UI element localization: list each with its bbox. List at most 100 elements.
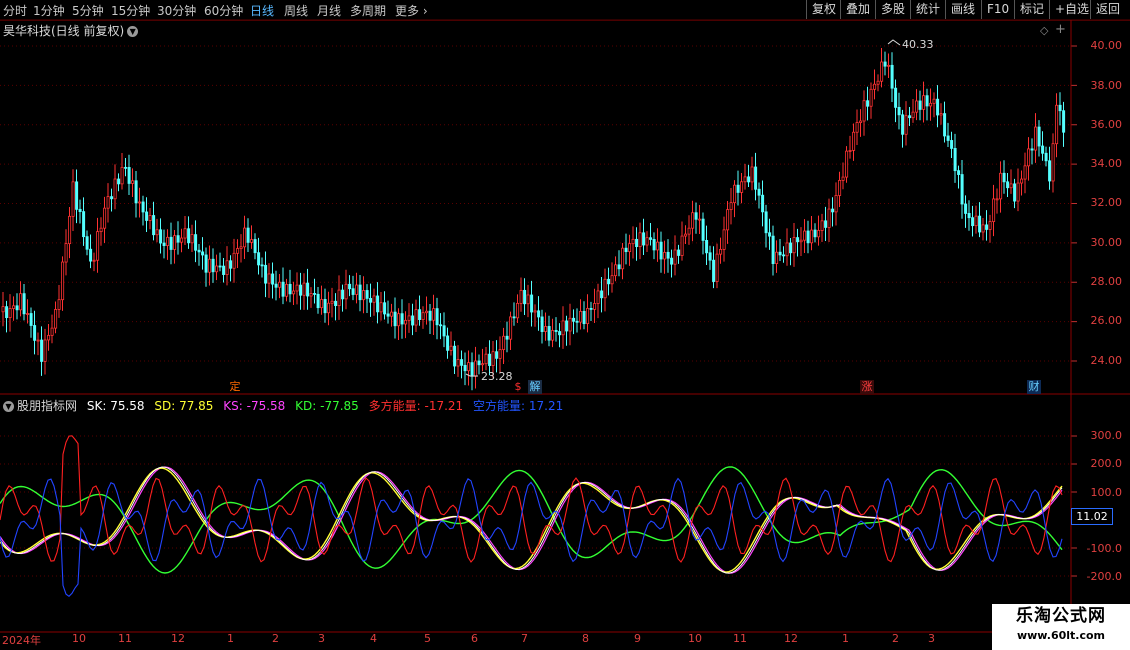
candle-body xyxy=(456,359,460,367)
candle-body xyxy=(603,278,607,299)
candle-body xyxy=(96,231,100,261)
candle-body xyxy=(803,230,807,241)
date-tick: 1 xyxy=(227,632,234,645)
candle-body xyxy=(1023,165,1027,180)
event-marker-jie[interactable]: 解 xyxy=(528,380,542,394)
price-tick: 30.00 xyxy=(1090,236,1123,249)
candle-body xyxy=(873,83,877,90)
candle-body xyxy=(19,293,23,311)
candle-body xyxy=(145,211,149,221)
candle-body xyxy=(817,230,821,238)
candle-body xyxy=(330,300,334,304)
candle-body xyxy=(568,317,572,332)
candle-body xyxy=(208,258,212,273)
candle-body xyxy=(362,290,366,301)
date-tick: 9 xyxy=(634,632,641,645)
candle-body xyxy=(999,172,1003,200)
candle-body xyxy=(78,208,82,212)
chevron-down-icon[interactable]: ▼ xyxy=(3,401,14,412)
candle-body xyxy=(922,95,926,110)
candle-body xyxy=(1034,126,1038,151)
watermark-title: 乐淘公式网 xyxy=(1016,606,1106,626)
candle-body xyxy=(414,309,418,326)
candle-body xyxy=(488,353,492,366)
candle-body xyxy=(253,239,257,254)
candle-body xyxy=(1051,143,1055,182)
diamond-icon[interactable]: ◇ xyxy=(1040,24,1048,37)
candle-body xyxy=(358,284,362,301)
current-indicator-value: 11.02 xyxy=(1071,508,1113,525)
candle-body xyxy=(271,273,275,285)
candle-body xyxy=(894,87,898,108)
candle-body xyxy=(586,307,590,325)
candle-body xyxy=(176,235,180,243)
candle-body xyxy=(775,251,779,264)
candle-body xyxy=(652,239,656,251)
date-tick: 7 xyxy=(521,632,528,645)
candle-body xyxy=(173,235,177,250)
candle-body xyxy=(561,320,565,336)
candle-body xyxy=(967,213,971,219)
candle-body xyxy=(404,319,408,325)
candle-body xyxy=(607,278,611,285)
candle-body xyxy=(236,248,240,254)
candle-body xyxy=(698,218,702,221)
candle-body xyxy=(225,260,229,275)
candle-body xyxy=(1037,126,1041,147)
candle-body xyxy=(936,98,940,116)
date-tick: 12 xyxy=(171,632,185,645)
candle-body xyxy=(887,64,891,67)
candle-body xyxy=(624,247,628,253)
indicator-tick: 200.0 xyxy=(1090,457,1123,470)
candle-body xyxy=(831,208,835,213)
candle-body xyxy=(12,305,16,309)
event-marker-ding[interactable]: 定 xyxy=(228,380,242,394)
chevron-down-icon[interactable]: ▼ xyxy=(127,26,139,37)
candle-body xyxy=(292,290,296,295)
candle-body xyxy=(789,242,793,254)
candle-body xyxy=(15,305,19,311)
candle-body xyxy=(1027,148,1031,167)
candle-body xyxy=(897,106,901,116)
candle-body xyxy=(509,316,513,340)
candle-body xyxy=(323,299,327,314)
candle-body xyxy=(785,242,789,257)
high-pointer xyxy=(887,39,901,46)
kline-chart[interactable] xyxy=(0,0,1130,650)
candle-body xyxy=(908,115,912,119)
indicator-legend: ▼ 股朋指标网 SK: 75.58 SD: 77.85 KS: -75.58 KD… xyxy=(3,397,569,414)
event-marker-cai[interactable]: 财 xyxy=(1027,380,1041,394)
candle-body xyxy=(670,257,674,265)
candle-body xyxy=(341,289,345,300)
candle-body xyxy=(694,212,698,220)
candle-body xyxy=(425,310,429,314)
candle-body xyxy=(1030,148,1034,151)
event-marker-zhang[interactable]: 涨 xyxy=(860,380,874,394)
plus-icon[interactable]: + xyxy=(1055,22,1066,37)
candle-body xyxy=(635,238,639,248)
sd-value: SD: 77.85 xyxy=(154,399,214,413)
candle-body xyxy=(862,100,866,122)
candle-body xyxy=(141,201,145,213)
candle-body xyxy=(852,131,856,151)
watermark-url: www.60lt.com xyxy=(1016,629,1106,642)
sk-value: SK: 75.58 xyxy=(86,399,145,413)
date-tick: 3 xyxy=(928,632,935,645)
candle-body xyxy=(36,339,40,342)
candle-body xyxy=(411,315,415,326)
candle-body xyxy=(278,281,282,288)
candle-body xyxy=(656,241,660,251)
event-marker-dollar[interactable]: $ xyxy=(513,380,523,394)
candle-body xyxy=(180,237,184,243)
price-tick: 26.00 xyxy=(1090,314,1123,327)
candle-body xyxy=(617,264,621,270)
date-tick: 3 xyxy=(318,632,325,645)
candle-body xyxy=(540,316,544,332)
candle-body xyxy=(1048,160,1052,182)
candle-body xyxy=(834,195,838,213)
price-tick: 32.00 xyxy=(1090,196,1123,209)
candle-body xyxy=(327,302,331,314)
candle-body xyxy=(264,264,268,284)
candle-body xyxy=(502,335,506,351)
candle-body xyxy=(257,252,261,266)
